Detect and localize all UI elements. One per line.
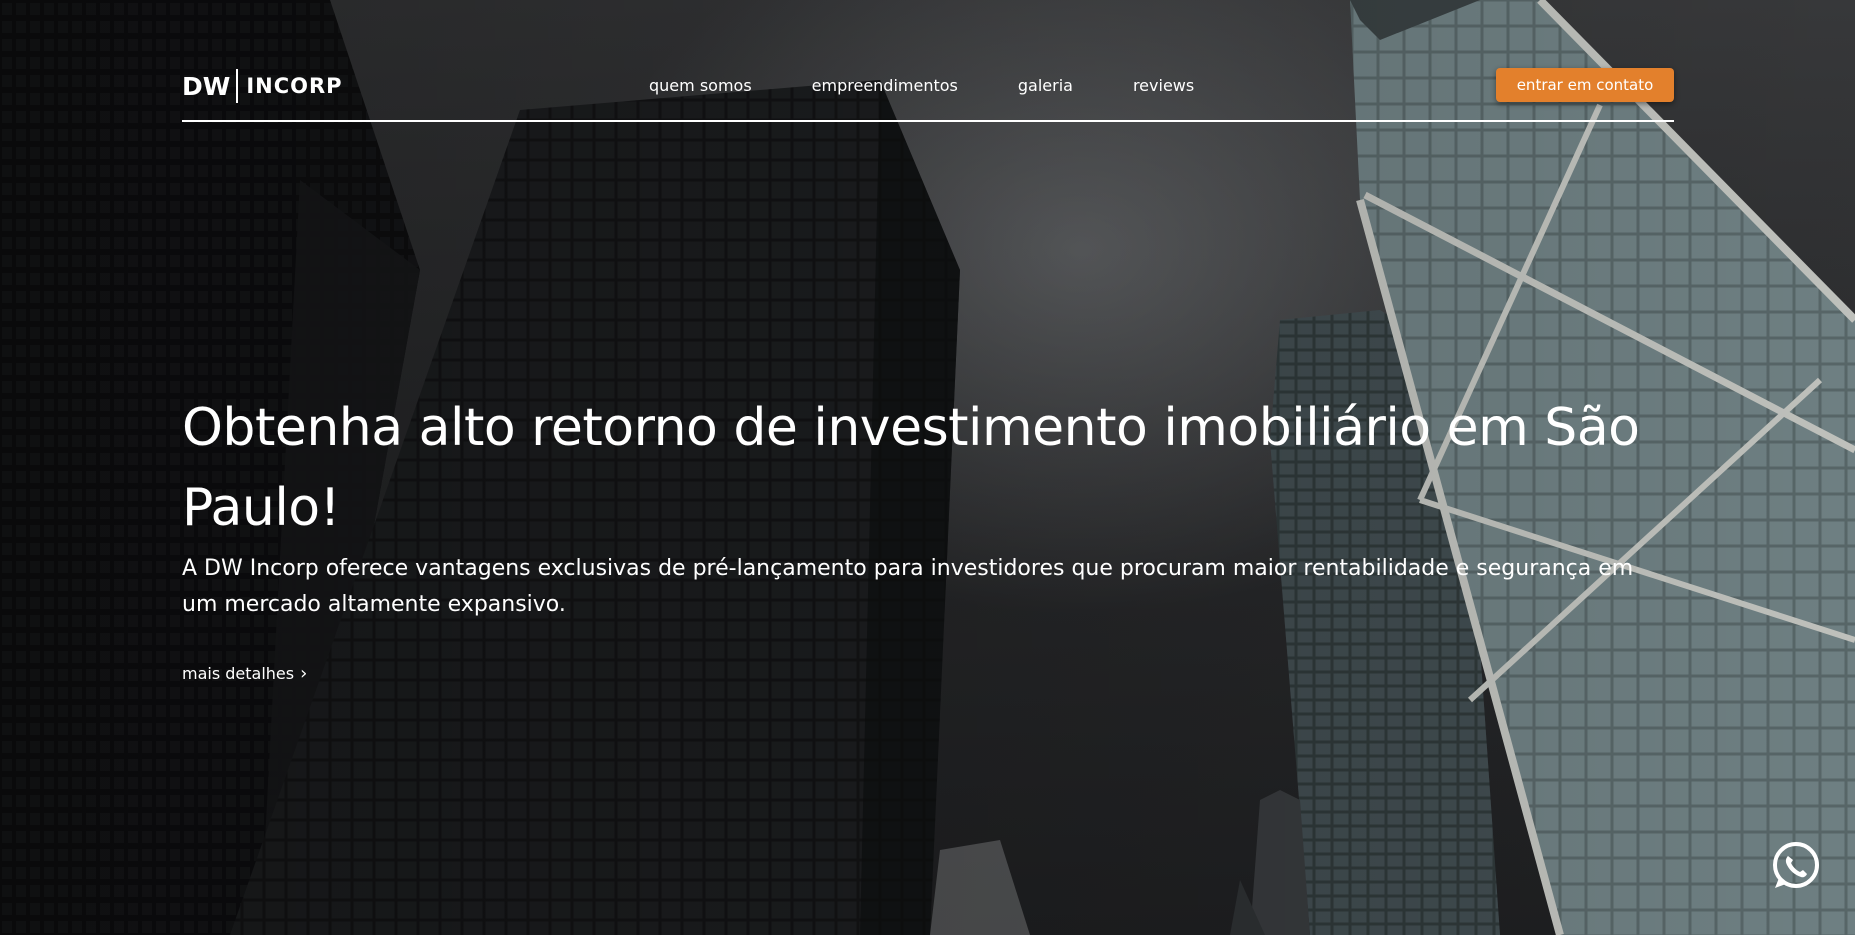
main-menu: quem somos empreendimentos galeria revie… — [649, 76, 1254, 95]
brand-logo[interactable]: DW INCORP — [182, 69, 343, 103]
menu-item-quem-somos[interactable]: quem somos — [649, 76, 752, 95]
logo-incorp-text: INCORP — [246, 74, 343, 98]
menu-item-reviews[interactable]: reviews — [1133, 76, 1194, 95]
more-details-link[interactable]: mais detalhes › — [182, 664, 307, 683]
contact-button[interactable]: entrar em contato — [1496, 68, 1674, 102]
menu-item-empreendimentos[interactable]: empreendimentos — [812, 76, 958, 95]
more-details-label: mais detalhes — [182, 664, 295, 683]
chevron-right-icon: › — [300, 662, 308, 684]
logo-dw-text: DW — [182, 71, 231, 101]
top-navigation: DW INCORP quem somos empreendimentos gal… — [182, 60, 1674, 122]
menu-item-galeria[interactable]: galeria — [1018, 76, 1073, 95]
hero-section: DW INCORP quem somos empreendimentos gal… — [0, 0, 1855, 935]
hero-subtitle: A DW Incorp oferece vantagens exclusivas… — [182, 556, 1634, 617]
hero-headline: Obtenha alto retorno de investimento imo… — [182, 398, 1640, 538]
logo-divider — [236, 69, 239, 103]
whatsapp-icon[interactable] — [1770, 840, 1822, 892]
